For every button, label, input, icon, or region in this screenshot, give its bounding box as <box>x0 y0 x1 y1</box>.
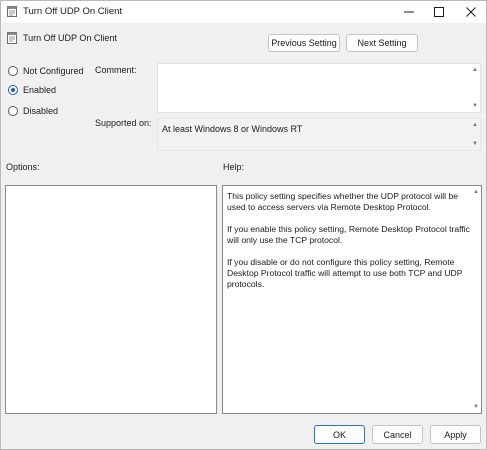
scroll-up-icon[interactable]: ▲ <box>472 122 478 128</box>
minimize-icon <box>404 11 414 13</box>
maximize-button[interactable] <box>424 1 454 23</box>
scroll-up-icon[interactable]: ▲ <box>473 189 479 195</box>
radio-label: Not Configured <box>23 66 84 76</box>
setting-icon <box>7 32 17 44</box>
setting-title: Turn Off UDP On Client <box>23 33 117 43</box>
radio-enabled[interactable]: Enabled <box>8 85 56 95</box>
options-label: Options: <box>6 162 40 172</box>
supported-on-value: At least Windows 8 or Windows RT <box>162 124 303 134</box>
close-button[interactable] <box>456 1 486 23</box>
scroll-down-icon[interactable]: ▼ <box>473 404 479 410</box>
maximize-icon <box>434 7 444 17</box>
supported-on-field: At least Windows 8 or Windows RT ▲ ▼ <box>157 118 481 151</box>
comment-label: Comment: <box>95 65 137 75</box>
help-text: This policy setting specifies whether th… <box>227 191 471 301</box>
radio-circle[interactable] <box>8 66 18 76</box>
supported-on-label: Supported on: <box>95 118 152 128</box>
title-bar[interactable]: Turn Off UDP On Client <box>1 1 486 23</box>
cancel-button[interactable]: Cancel <box>372 425 423 444</box>
radio-not-configured[interactable]: Not Configured <box>8 66 84 76</box>
policy-dialog: Turn Off UDP On Client Turn Off UDP On C… <box>0 0 487 450</box>
radio-circle-checked[interactable] <box>8 85 18 95</box>
minimize-button[interactable] <box>394 1 424 23</box>
ok-button[interactable]: OK <box>314 425 365 444</box>
scroll-up-icon[interactable]: ▲ <box>472 67 478 73</box>
help-paragraph: If you enable this policy setting, Remot… <box>227 224 470 245</box>
radio-disabled[interactable]: Disabled <box>8 106 58 116</box>
next-setting-button[interactable]: Next Setting <box>346 34 418 52</box>
close-icon <box>466 7 476 17</box>
comment-scrollbar[interactable]: ▲ ▼ <box>470 64 480 112</box>
options-pane <box>5 185 217 414</box>
help-scrollbar[interactable]: ▲ ▼ <box>471 186 481 413</box>
previous-setting-button[interactable]: Previous Setting <box>268 34 340 52</box>
window-title: Turn Off UDP On Client <box>23 6 123 17</box>
comment-field[interactable]: ▲ ▼ <box>157 63 481 113</box>
help-paragraph: If you disable or do not configure this … <box>227 257 463 289</box>
radio-label: Enabled <box>23 85 57 95</box>
apply-button[interactable]: Apply <box>430 425 481 444</box>
policy-icon <box>7 6 17 17</box>
supported-scrollbar[interactable]: ▲ ▼ <box>470 119 480 150</box>
help-label: Help: <box>223 162 245 172</box>
help-paragraph: This policy setting specifies whether th… <box>227 191 459 212</box>
radio-label: Disabled <box>23 106 59 116</box>
scroll-down-icon[interactable]: ▼ <box>472 103 478 109</box>
help-pane: This policy setting specifies whether th… <box>222 185 482 414</box>
scroll-down-icon[interactable]: ▼ <box>472 141 478 147</box>
radio-circle[interactable] <box>8 106 18 116</box>
